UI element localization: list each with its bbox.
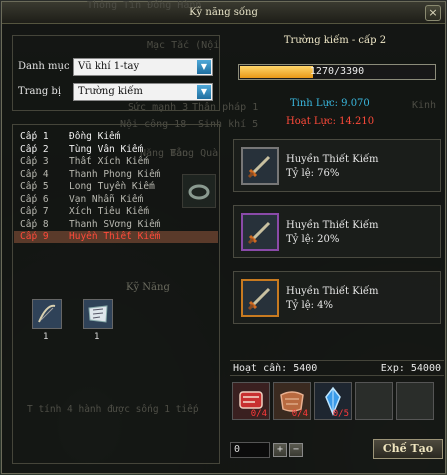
material-3-count: 0/5 xyxy=(332,409,349,419)
filter-panel: Danh mục Vũ khí 1-tay ▼ Trang bị Trường … xyxy=(12,35,220,111)
result-3-icon xyxy=(241,279,279,317)
ring-item-slot xyxy=(182,174,216,208)
recipe-level: Cấp 2 xyxy=(20,143,49,155)
material-slot-3[interactable]: 0/5 xyxy=(314,382,352,420)
recipe-level: Cấp 6 xyxy=(20,193,49,205)
dropdown-arrow-icon[interactable]: ▼ xyxy=(197,60,211,74)
result-1-rate: Tỷ lệ: 76% xyxy=(286,168,340,179)
hoat-luc-stat: Hoạt Lực: 14.210 xyxy=(286,116,375,127)
recipe-name: Tùng Vân Kiếm xyxy=(69,143,144,155)
skill-slot-1[interactable] xyxy=(32,299,62,329)
equip-row: Trang bị Trường kiếm ▼ xyxy=(18,83,218,101)
skill-section-label: Kỹ Năng xyxy=(126,282,170,293)
material-slot-5[interactable] xyxy=(396,382,434,420)
ghost-right-edge: Kinh xyxy=(412,100,437,111)
recipe-name: Huyền Thiết Kiếm xyxy=(69,231,161,242)
equip-value: Trường kiếm xyxy=(78,86,143,97)
bow-skill-icon xyxy=(33,300,61,328)
category-select[interactable]: Vũ khí 1-tay ▼ xyxy=(73,58,213,76)
requirements-bar: Hoạt cần: 5400 Exp: 54000 xyxy=(230,360,444,376)
recipe-row[interactable]: Cấp 1 Đồng Kiếm xyxy=(14,131,218,143)
material-slot-1[interactable]: 0/4 xyxy=(232,382,270,420)
skill-progress-bar: 1270/3390 xyxy=(238,64,436,80)
result-card-2[interactable]: Huyền Thiết Kiếm Tỷ lệ: 20% xyxy=(233,205,441,258)
detail-title: Trường kiếm - cấp 2 xyxy=(283,35,387,46)
recipe-level: Cấp 8 xyxy=(20,218,49,230)
close-button[interactable]: × xyxy=(425,5,441,21)
quantity-plus-button[interactable]: + xyxy=(273,443,287,457)
result-2-name: Huyền Thiết Kiếm xyxy=(286,220,379,231)
sword-icon xyxy=(243,149,277,183)
material-slot-4[interactable] xyxy=(355,382,393,420)
recipe-name: Vạn Nhẫn Kiếm xyxy=(69,193,144,205)
category-label: Danh mục xyxy=(18,61,70,72)
material-slot-2[interactable]: 0/4 xyxy=(273,382,311,420)
recipe-level: Cấp 1 xyxy=(20,131,49,142)
result-1-name: Huyền Thiết Kiếm xyxy=(286,154,379,165)
recipe-level: Cấp 7 xyxy=(20,206,49,217)
result-3-rate: Tỷ lệ: 4% xyxy=(286,300,334,311)
scroll-skill-icon xyxy=(84,300,112,328)
recipe-level: Cấp 5 xyxy=(20,181,49,192)
hoat-can-label: Hoạt cần: 5400 xyxy=(233,363,318,374)
result-2-icon xyxy=(241,213,279,251)
ghost-text-top: Thông Tin Đồng Hành xyxy=(87,0,202,11)
material-2-count: 0/4 xyxy=(291,409,308,419)
recipe-name: Thanh SVơng Kiếm xyxy=(69,218,161,230)
dropdown-arrow-icon[interactable]: ▼ xyxy=(197,85,211,99)
window-title: Kỹ năng sống xyxy=(2,2,445,24)
progress-text: 1270/3390 xyxy=(309,66,365,77)
ring-icon xyxy=(188,184,210,200)
category-row: Danh mục Vũ khí 1-tay ▼ xyxy=(18,58,218,76)
tinh-luc-stat: Tinh Lực: 9.070 xyxy=(290,98,370,109)
recipe-name: Đồng Kiếm xyxy=(69,131,121,142)
quantity-minus-button[interactable]: − xyxy=(289,443,303,457)
result-card-3[interactable]: Huyền Thiết Kiếm Tỷ lệ: 4% xyxy=(233,271,441,324)
recipe-row[interactable]: Cấp 8 Thanh SVơng Kiếm xyxy=(14,219,218,231)
hint-text: T tính 4 hành được sống 1 tiếp xyxy=(27,404,199,415)
recipe-level: Cấp 9 xyxy=(20,231,49,242)
skill-slot-1-count: 1 xyxy=(43,332,49,342)
material-1-count: 0/4 xyxy=(250,409,267,419)
sword-icon xyxy=(243,215,277,249)
recipe-row[interactable]: Cấp 2 Tùng Vân Kiếm xyxy=(14,144,218,156)
sword-icon xyxy=(243,281,277,315)
quantity-input[interactable]: 0 xyxy=(230,442,270,458)
recipe-level: Cấp 4 xyxy=(20,168,49,180)
recipe-row[interactable]: Cấp 3 Thất Xích Kiếm xyxy=(14,156,218,168)
result-3-name: Huyền Thiết Kiếm xyxy=(286,286,379,297)
equip-label: Trang bị xyxy=(18,86,62,97)
result-2-rate: Tỷ lệ: 20% xyxy=(286,234,340,245)
recipe-name: Thanh Phong Kiếm xyxy=(69,168,161,180)
exp-label: Exp: 54000 xyxy=(380,363,441,374)
recipe-name: Xích Tiêu Kiếm xyxy=(69,206,150,217)
skill-slot-2[interactable] xyxy=(83,299,113,329)
recipe-name: Thất Xích Kiếm xyxy=(69,156,150,167)
craft-button[interactable]: Chế Tạo xyxy=(373,439,443,459)
category-value: Vũ khí 1-tay xyxy=(78,61,140,72)
skill-slot-2-count: 1 xyxy=(94,332,100,342)
recipe-row[interactable]: Cấp 9 Huyền Thiết Kiếm xyxy=(14,231,218,243)
recipe-name: Long Tuyền Kiếm xyxy=(69,181,155,192)
result-1-icon xyxy=(241,147,279,185)
life-skills-window: Kỹ năng sống × Thông Tin Đồng Hành Mạc T… xyxy=(1,0,446,474)
recipe-level: Cấp 3 xyxy=(20,156,49,167)
equip-select[interactable]: Trường kiếm ▼ xyxy=(73,83,213,101)
result-card-1[interactable]: Huyền Thiết Kiếm Tỷ lệ: 76% xyxy=(233,139,441,192)
